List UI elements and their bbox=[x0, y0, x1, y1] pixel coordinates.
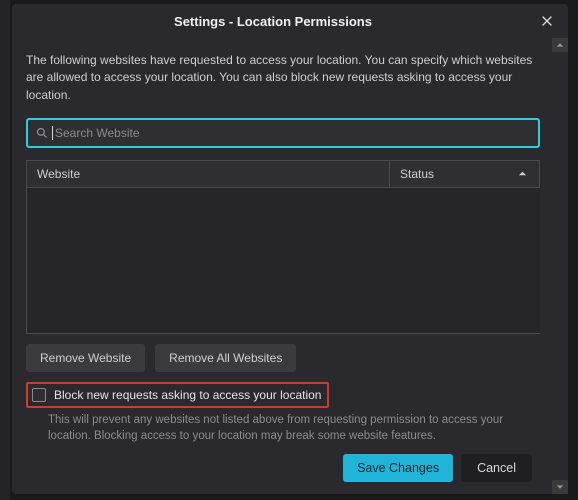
text-cursor bbox=[52, 126, 53, 140]
close-button[interactable] bbox=[534, 8, 560, 34]
sort-indicator bbox=[518, 167, 527, 181]
column-header-status-label: Status bbox=[400, 167, 434, 181]
scroll-up-button[interactable] bbox=[552, 38, 568, 52]
chevron-down-icon bbox=[556, 483, 564, 491]
block-new-requests-checkbox[interactable] bbox=[32, 388, 46, 402]
search-input[interactable] bbox=[55, 126, 530, 140]
chevron-up-icon bbox=[518, 169, 527, 178]
cancel-button[interactable]: Cancel bbox=[461, 454, 532, 482]
block-new-requests-label[interactable]: Block new requests asking to access your… bbox=[54, 388, 321, 402]
chevron-up-icon bbox=[556, 41, 564, 49]
column-header-status[interactable]: Status bbox=[390, 161, 540, 187]
column-header-website[interactable]: Website bbox=[27, 161, 390, 187]
location-permissions-dialog: Settings - Location Permissions The foll… bbox=[12, 4, 568, 494]
save-changes-button[interactable]: Save Changes bbox=[343, 454, 453, 482]
block-new-requests-row: Block new requests asking to access your… bbox=[26, 382, 329, 408]
website-table-body bbox=[26, 188, 540, 334]
search-icon bbox=[36, 127, 48, 139]
table-header: Website Status bbox=[26, 160, 540, 188]
vertical-scrollbar[interactable] bbox=[552, 38, 568, 494]
intro-text: The following websites have requested to… bbox=[26, 52, 540, 104]
close-icon bbox=[540, 14, 554, 28]
dialog-title: Settings - Location Permissions bbox=[12, 14, 534, 29]
dialog-footer: Save Changes Cancel bbox=[26, 444, 546, 494]
search-field[interactable] bbox=[26, 118, 540, 148]
remove-website-button[interactable]: Remove Website bbox=[26, 344, 145, 372]
dialog-header: Settings - Location Permissions bbox=[12, 4, 568, 38]
block-helper-text: This will prevent any websites not liste… bbox=[48, 412, 546, 444]
remove-all-websites-button[interactable]: Remove All Websites bbox=[155, 344, 296, 372]
scroll-down-button[interactable] bbox=[552, 480, 568, 494]
